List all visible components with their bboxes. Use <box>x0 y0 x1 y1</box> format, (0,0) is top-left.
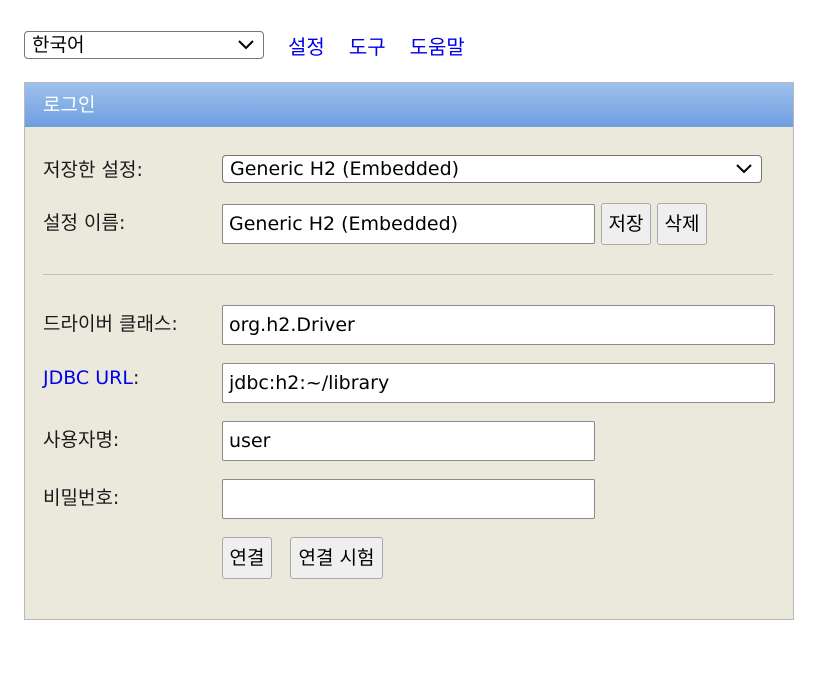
help-link[interactable]: 도움말 <box>410 31 465 60</box>
connect-button[interactable]: 연결 <box>222 537 272 579</box>
chevron-down-icon <box>238 40 254 50</box>
delete-button[interactable]: 삭제 <box>657 203 707 245</box>
username-label: 사용자명: <box>43 429 120 451</box>
chevron-down-icon <box>736 164 752 174</box>
password-label: 비밀번호: <box>43 487 120 509</box>
username-input[interactable]: user <box>222 421 595 461</box>
saved-settings-label: 저장한 설정: <box>43 159 143 181</box>
tools-link[interactable]: 도구 <box>349 31 386 60</box>
setting-name-label: 설정 이름: <box>43 212 126 234</box>
divider <box>43 274 773 275</box>
saved-settings-select[interactable]: Generic H2 (Embedded) <box>222 155 762 183</box>
login-panel: 로그인 저장한 설정: Generic H2 (Embedded) 설정 이름:… <box>24 82 794 620</box>
driver-class-label: 드라이버 클래스: <box>43 313 178 335</box>
password-input[interactable] <box>222 479 595 519</box>
language-select[interactable]: 한국어 <box>24 31 264 59</box>
driver-class-input[interactable]: org.h2.Driver <box>222 305 775 345</box>
saved-settings-value: Generic H2 (Embedded) <box>230 158 460 180</box>
jdbc-url-input[interactable]: jdbc:h2:~/library <box>222 363 775 403</box>
save-button[interactable]: 저장 <box>601 203 651 245</box>
top-bar: 한국어 설정 도구 도움말 <box>24 30 465 60</box>
jdbc-url-label: JDBC URL: <box>43 367 139 389</box>
jdbc-url-link[interactable]: JDBC URL <box>43 367 133 389</box>
setting-name-input[interactable]: Generic H2 (Embedded) <box>222 204 595 244</box>
language-select-value: 한국어 <box>32 34 85 56</box>
settings-link[interactable]: 설정 <box>288 31 325 60</box>
test-connection-button[interactable]: 연결 시험 <box>290 537 383 579</box>
jdbc-url-colon: : <box>132 367 140 389</box>
login-panel-title: 로그인 <box>25 83 793 127</box>
